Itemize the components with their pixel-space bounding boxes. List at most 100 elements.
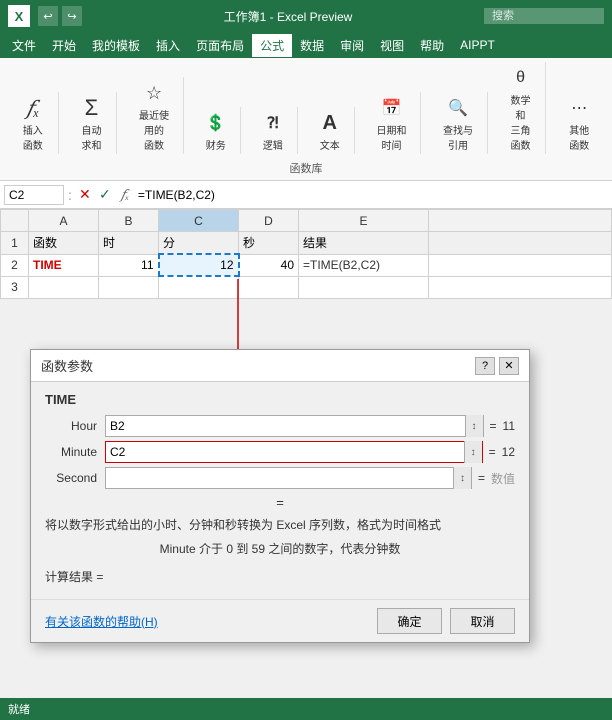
- cell-reference-input[interactable]: [4, 185, 64, 205]
- confirm-formula-button[interactable]: ✓: [96, 186, 114, 204]
- undo-button[interactable]: ↩: [38, 6, 58, 26]
- ribbon-group-logic: ⁈ 逻辑: [249, 107, 298, 154]
- menu-view[interactable]: 视图: [372, 34, 412, 57]
- recent-label: 最近使用的 函数: [135, 107, 172, 152]
- more-label: 其他函数: [564, 122, 594, 152]
- cell-f1[interactable]: [429, 232, 612, 255]
- menu-insert[interactable]: 插入: [148, 34, 188, 57]
- cell-e1[interactable]: 结果: [299, 232, 429, 255]
- math-button[interactable]: θ 数学和 三角函数: [502, 62, 540, 154]
- dialog-footer-buttons: 确定 取消: [377, 608, 515, 634]
- spreadsheet: A B C D E 1 函数 时 分 秒 结果 2 TIME: [0, 209, 612, 299]
- cell-e2[interactable]: =TIME(B2,C2): [299, 254, 429, 276]
- logic-button[interactable]: ⁈ 逻辑: [255, 107, 291, 154]
- lookup-icon: 🔍: [444, 94, 472, 122]
- finance-button[interactable]: 💲 财务: [198, 107, 234, 154]
- minute-input-wrap: ↕: [105, 441, 483, 463]
- row-num-2: 2: [1, 254, 29, 276]
- menu-pagelayout[interactable]: 页面布局: [188, 34, 252, 57]
- menu-help[interactable]: 帮助: [412, 34, 452, 57]
- cell-c1[interactable]: 分: [159, 232, 239, 255]
- redo-button[interactable]: ↪: [62, 6, 82, 26]
- ribbon-group-lookup: 🔍 查找与引用: [429, 92, 487, 154]
- menu-review[interactable]: 审阅: [332, 34, 372, 57]
- more-button[interactable]: ⋯ 其他函数: [560, 92, 598, 154]
- menu-file[interactable]: 文件: [4, 34, 44, 57]
- cell-b2[interactable]: 11: [99, 254, 159, 276]
- logic-icon: ⁈: [259, 109, 287, 137]
- menu-home[interactable]: 开始: [44, 34, 84, 57]
- ribbon-group-insert-func: 𝑓ₓ 插入函数: [8, 92, 59, 154]
- cell-a3[interactable]: [29, 276, 99, 298]
- dialog-cancel-button[interactable]: 取消: [450, 608, 515, 634]
- dialog-desc2: Minute 介于 0 到 59 之间的数字，代表分钟数: [45, 540, 515, 558]
- insert-function-button[interactable]: 𝑓ₓ 插入函数: [14, 92, 52, 154]
- hour-param-row: Hour ↕ = 11: [45, 415, 515, 437]
- minute-spin[interactable]: ↕: [464, 441, 482, 463]
- row-num-1: 1: [1, 232, 29, 255]
- datetime-label: 日期和时间: [373, 122, 410, 152]
- dialog-controls: ? ✕: [475, 357, 519, 375]
- dialog-desc1: 将以数字形式给出的小时、分钟和秒转换为 Excel 序列数，格式为时间格式: [45, 516, 515, 534]
- dialog-close-button[interactable]: ✕: [499, 357, 519, 375]
- cell-b1[interactable]: 时: [99, 232, 159, 255]
- col-header-c[interactable]: C: [159, 210, 239, 232]
- dialog-body: TIME Hour ↕ = 11 Minute ↕ = 12: [31, 382, 529, 599]
- row-2: 2 TIME 11 12 40 =TIME(B2,C2): [1, 254, 612, 276]
- autosum-icon: Σ: [77, 94, 105, 122]
- second-spin[interactable]: ↕: [453, 467, 471, 489]
- hour-input[interactable]: [106, 419, 465, 433]
- datetime-icon: 📅: [378, 94, 406, 122]
- cell-e3[interactable]: [299, 276, 429, 298]
- recent-icon: ☆: [140, 79, 168, 107]
- col-header-f[interactable]: [429, 210, 612, 232]
- cell-f3[interactable]: [429, 276, 612, 298]
- cell-c2[interactable]: 12: [159, 254, 239, 276]
- menu-formula[interactable]: 公式: [252, 34, 292, 57]
- dialog-footer: 有关该函数的帮助(H) 确定 取消: [31, 599, 529, 642]
- cancel-formula-button[interactable]: ✕: [76, 186, 94, 204]
- col-header-d[interactable]: D: [239, 210, 299, 232]
- minute-input[interactable]: [106, 445, 464, 459]
- cell-d2[interactable]: 40: [239, 254, 299, 276]
- hour-input-wrap: ↕: [105, 415, 484, 437]
- ribbon-group-text: A 文本: [306, 107, 355, 154]
- second-eq: =: [478, 471, 485, 485]
- col-header-b[interactable]: B: [99, 210, 159, 232]
- cell-d3[interactable]: [239, 276, 299, 298]
- search-input[interactable]: [484, 8, 604, 24]
- menu-data[interactable]: 数据: [292, 34, 332, 57]
- text-button[interactable]: A 文本: [312, 107, 348, 154]
- cell-a2[interactable]: TIME: [29, 254, 99, 276]
- dialog-help-button[interactable]: ?: [475, 357, 495, 375]
- cell-a1[interactable]: 函数: [29, 232, 99, 255]
- col-header-a[interactable]: A: [29, 210, 99, 232]
- lookup-button[interactable]: 🔍 查找与引用: [435, 92, 480, 154]
- insert-func-formula-button[interactable]: 𝑓ₓ: [116, 186, 134, 204]
- col-header-e[interactable]: E: [299, 210, 429, 232]
- formula-input[interactable]: [138, 188, 608, 202]
- finance-icon: 💲: [202, 109, 230, 137]
- sheet-table: A B C D E 1 函数 时 分 秒 结果 2 TIME: [0, 209, 612, 299]
- datetime-button[interactable]: 📅 日期和时间: [369, 92, 414, 154]
- second-input[interactable]: [106, 471, 453, 485]
- dialog-ok-button[interactable]: 确定: [377, 608, 442, 634]
- dialog-calc-result: 计算结果 =: [45, 568, 515, 585]
- hour-spin[interactable]: ↕: [465, 415, 483, 437]
- cell-f2[interactable]: [429, 254, 612, 276]
- cell-d1[interactable]: 秒: [239, 232, 299, 255]
- autosum-button[interactable]: Σ 自动求和: [73, 92, 111, 154]
- cell-b3[interactable]: [99, 276, 159, 298]
- dialog-help-link[interactable]: 有关该函数的帮助(H): [45, 613, 158, 630]
- title-bar-controls[interactable]: ↩ ↪: [38, 6, 82, 26]
- formula-separator: :: [68, 187, 72, 203]
- math-icon: θ: [507, 64, 535, 92]
- cell-c3[interactable]: [159, 276, 239, 298]
- recent-func-button[interactable]: ☆ 最近使用的 函数: [131, 77, 176, 154]
- menu-aippt[interactable]: AIPPT: [452, 35, 503, 55]
- autosum-label: 自动求和: [77, 122, 107, 152]
- menu-templates[interactable]: 我的模板: [84, 34, 148, 57]
- logic-label: 逻辑: [263, 137, 283, 152]
- lookup-label: 查找与引用: [439, 122, 476, 152]
- ribbon-group-label: 函数库: [8, 158, 604, 180]
